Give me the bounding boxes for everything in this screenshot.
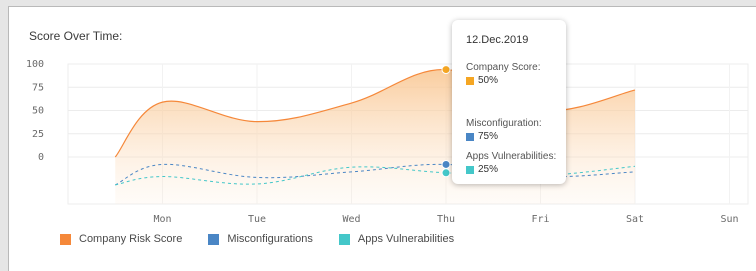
legend-label: Apps Vulnerabilities — [357, 233, 455, 245]
x-tick-label: Sun — [720, 214, 738, 225]
tooltip-swatch — [466, 165, 474, 174]
hover-point-misconfigurations — [441, 159, 451, 169]
tooltip-value: 50% — [478, 75, 499, 86]
legend-item-apps-vulnerabilities[interactable]: Apps Vulnerabilities — [338, 233, 455, 245]
tooltip-value: 75% — [478, 131, 499, 142]
legend-label: Company Risk Score — [79, 233, 183, 245]
legend-item-company-risk-score[interactable]: Company Risk Score — [60, 233, 182, 245]
chart-tooltip: 12.Dec.2019 Company Score: 50% Misconfig… — [452, 20, 566, 184]
tooltip-label: Apps Vulnerabilities: — [466, 151, 557, 162]
line-chart: 100 75 50 25 0 Mon Tue Wed Thu Fri Sat Sun — [26, 59, 749, 225]
legend-label: Misconfigurations — [227, 233, 313, 245]
y-tick-label: 100 — [26, 59, 44, 70]
tooltip-swatch — [466, 76, 474, 85]
y-tick-label: 50 — [32, 106, 44, 117]
hover-point-company-risk-score — [441, 65, 451, 75]
tooltip-value: 25% — [478, 164, 499, 175]
tooltip-misconfiguration: Misconfiguration: 75% — [466, 118, 542, 142]
y-tick-label: 75 — [32, 82, 44, 93]
tooltip-label: Company Score: — [466, 62, 541, 73]
y-tick-label: 0 — [38, 152, 44, 163]
legend-swatch-company-risk-score — [60, 233, 71, 245]
tooltip-apps-vulnerabilities: Apps Vulnerabilities: 25% — [466, 151, 556, 175]
x-tick-label: Tue — [248, 214, 266, 225]
x-tick-label: Mon — [153, 214, 171, 225]
legend-swatch-misconfigurations — [208, 233, 220, 245]
tooltip-swatch — [466, 132, 474, 141]
tooltip-date: 12.Dec.2019 — [466, 34, 529, 46]
legend-swatch-apps-vulnerabilities — [338, 233, 350, 245]
tooltip-label: Misconfiguration: — [466, 118, 542, 129]
hover-point-apps-vulnerabilities — [441, 168, 451, 178]
chart-legend: Company Risk Score Misconfigurations App… — [60, 233, 454, 245]
x-tick-label: Thu — [437, 214, 455, 225]
legend-item-misconfigurations[interactable]: Misconfigurations — [208, 233, 313, 245]
x-tick-label: Sat — [626, 214, 644, 225]
tooltip-company-score: Company Score: 50% — [466, 62, 540, 86]
x-tick-label: Fri — [531, 214, 549, 225]
y-tick-label: 25 — [32, 129, 44, 140]
x-tick-label: Wed — [342, 214, 360, 225]
